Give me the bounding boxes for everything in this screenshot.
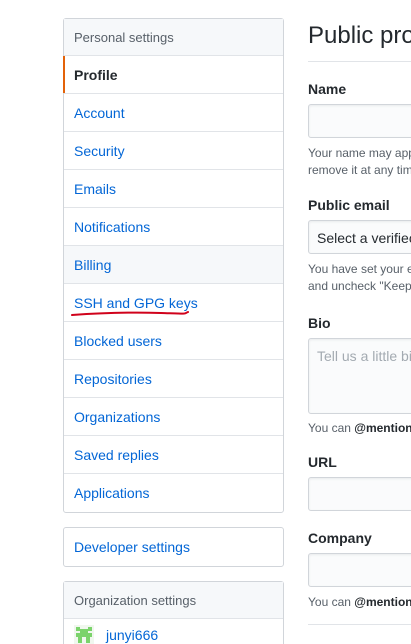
name-input[interactable] bbox=[308, 104, 411, 138]
section-divider bbox=[308, 624, 411, 625]
public-email-select-value: Select a verifiec bbox=[317, 230, 411, 246]
public-email-select[interactable]: Select a verifiec bbox=[308, 220, 411, 254]
developer-settings-menu: Developer settings bbox=[63, 527, 284, 567]
name-note-line1: Your name may app bbox=[308, 146, 411, 160]
sidebar-item-organizations[interactable]: Organizations bbox=[64, 398, 283, 436]
personal-settings-header: Personal settings bbox=[64, 19, 283, 56]
email-note-line2: and uncheck "Keep bbox=[308, 279, 411, 293]
sidebar-item-billing[interactable]: Billing bbox=[64, 246, 283, 284]
url-label: URL bbox=[308, 454, 337, 470]
email-note-line1: You have set your e bbox=[308, 262, 411, 276]
url-input[interactable] bbox=[308, 477, 411, 511]
org-name[interactable]: junyi666 bbox=[106, 627, 158, 643]
page-title: Public pro bbox=[308, 22, 411, 49]
sidebar-item-blocked-users[interactable]: Blocked users bbox=[64, 322, 283, 360]
sidebar-item-account[interactable]: Account bbox=[64, 94, 283, 132]
name-note-line2: remove it at any tim bbox=[308, 163, 411, 177]
bio-note-prefix: You can bbox=[308, 421, 355, 435]
org-avatar-icon bbox=[74, 625, 94, 644]
red-underline-annotation bbox=[71, 311, 189, 316]
company-note-mention: @mention bbox=[354, 595, 411, 609]
sidebar-item-saved-replies[interactable]: Saved replies bbox=[64, 436, 283, 474]
company-input[interactable] bbox=[308, 553, 411, 587]
organization-settings-menu: Organization settings junyi666 bbox=[63, 581, 284, 644]
company-note: You can @mention bbox=[308, 594, 411, 611]
title-divider bbox=[308, 61, 411, 62]
company-label: Company bbox=[308, 530, 372, 546]
sidebar-item-profile[interactable]: Profile bbox=[63, 56, 283, 94]
organization-settings-header: Organization settings bbox=[64, 582, 283, 619]
public-profile-panel: Public pro Name Your name may app remove… bbox=[308, 0, 411, 644]
sidebar-item-repositories[interactable]: Repositories bbox=[64, 360, 283, 398]
company-note-prefix: You can bbox=[308, 595, 355, 609]
sidebar-item-emails[interactable]: Emails bbox=[64, 170, 283, 208]
sidebar-item-org[interactable]: junyi666 bbox=[64, 619, 283, 644]
bio-textarea[interactable]: Tell us a little bi bbox=[308, 338, 411, 414]
public-email-label: Public email bbox=[308, 197, 390, 213]
sidebar-item-applications[interactable]: Applications bbox=[64, 474, 283, 512]
sidebar-item-developer-settings[interactable]: Developer settings bbox=[64, 528, 283, 566]
sidebar-item-notifications[interactable]: Notifications bbox=[64, 208, 283, 246]
bio-note: You can @mention bbox=[308, 420, 411, 437]
name-label: Name bbox=[308, 81, 347, 97]
bio-placeholder: Tell us a little bi bbox=[317, 348, 411, 364]
sidebar-item-security[interactable]: Security bbox=[64, 132, 283, 170]
bio-note-mention: @mention bbox=[354, 421, 411, 435]
bio-label: Bio bbox=[308, 315, 331, 331]
personal-settings-menu: Personal settings Profile Account Securi… bbox=[63, 18, 284, 513]
